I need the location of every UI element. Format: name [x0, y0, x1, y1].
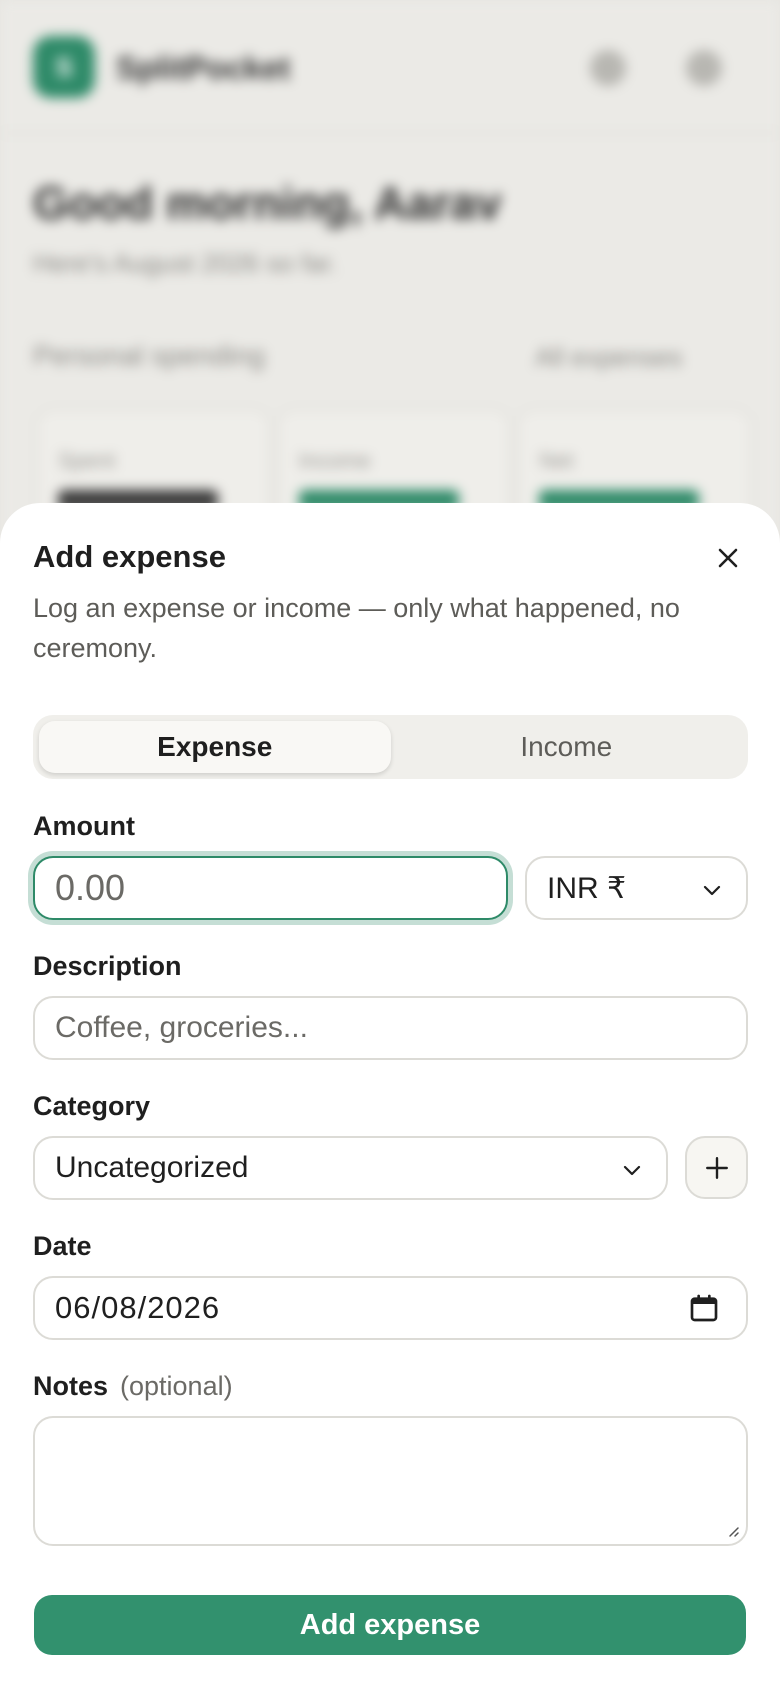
currency-value: INR ₹: [547, 871, 627, 905]
app-header: S SplitPocket: [0, 0, 780, 134]
date-label: Date: [33, 1231, 92, 1261]
close-icon: [718, 548, 738, 568]
add-category-button[interactable]: [685, 1136, 748, 1199]
amount-field: [33, 856, 508, 920]
avatar: [686, 50, 722, 86]
date-field[interactable]: 06/08/2026: [33, 1276, 748, 1340]
add-expense-button[interactable]: Add expense: [34, 1595, 746, 1655]
description-input[interactable]: [55, 1011, 726, 1045]
notes-field: [33, 1416, 748, 1546]
app-logo: S: [33, 36, 95, 98]
amount-label: Amount: [33, 811, 135, 841]
greeting-subtitle: Here's August 2026 so far.: [33, 248, 338, 278]
description-label: Description: [33, 951, 182, 981]
type-toggle: Expense Income: [33, 715, 748, 779]
calendar-icon[interactable]: [688, 1292, 720, 1324]
date-value: 06/08/2026: [55, 1290, 221, 1325]
close-button[interactable]: [706, 536, 750, 580]
tab-income[interactable]: Income: [391, 721, 743, 773]
chevron-down-icon: [623, 1165, 641, 1176]
sheet-description: Log an expense or income — only what hap…: [33, 593, 680, 663]
sheet-title: Add expense: [33, 539, 226, 574]
amount-input[interactable]: [55, 867, 486, 909]
app-root: S SplitPocket Good morning, Aarav Here's…: [0, 0, 780, 1688]
greeting-title: Good morning, Aarav: [33, 177, 502, 229]
chevron-down-icon: [703, 885, 721, 896]
description-field: [33, 996, 748, 1060]
notification-icon: [590, 50, 626, 86]
plus-icon: [705, 1156, 728, 1179]
app-brand: SplitPocket: [116, 50, 291, 86]
notes-textarea[interactable]: [35, 1418, 746, 1544]
category-label: Category: [33, 1091, 151, 1121]
add-expense-sheet: Add expense Log an expense or income — o…: [0, 503, 780, 1688]
all-expenses-link: All expenses: [535, 342, 683, 372]
currency-select[interactable]: INR ₹: [525, 856, 748, 920]
section-title: Personal spending: [33, 340, 265, 371]
category-select[interactable]: Uncategorized: [33, 1136, 668, 1200]
tab-expense[interactable]: Expense: [39, 721, 391, 773]
resize-grip-icon[interactable]: [724, 1522, 740, 1538]
category-value: Uncategorized: [55, 1151, 249, 1184]
notes-optional-hint: (optional): [120, 1371, 233, 1401]
notes-label: Notes (optional): [33, 1371, 233, 1401]
